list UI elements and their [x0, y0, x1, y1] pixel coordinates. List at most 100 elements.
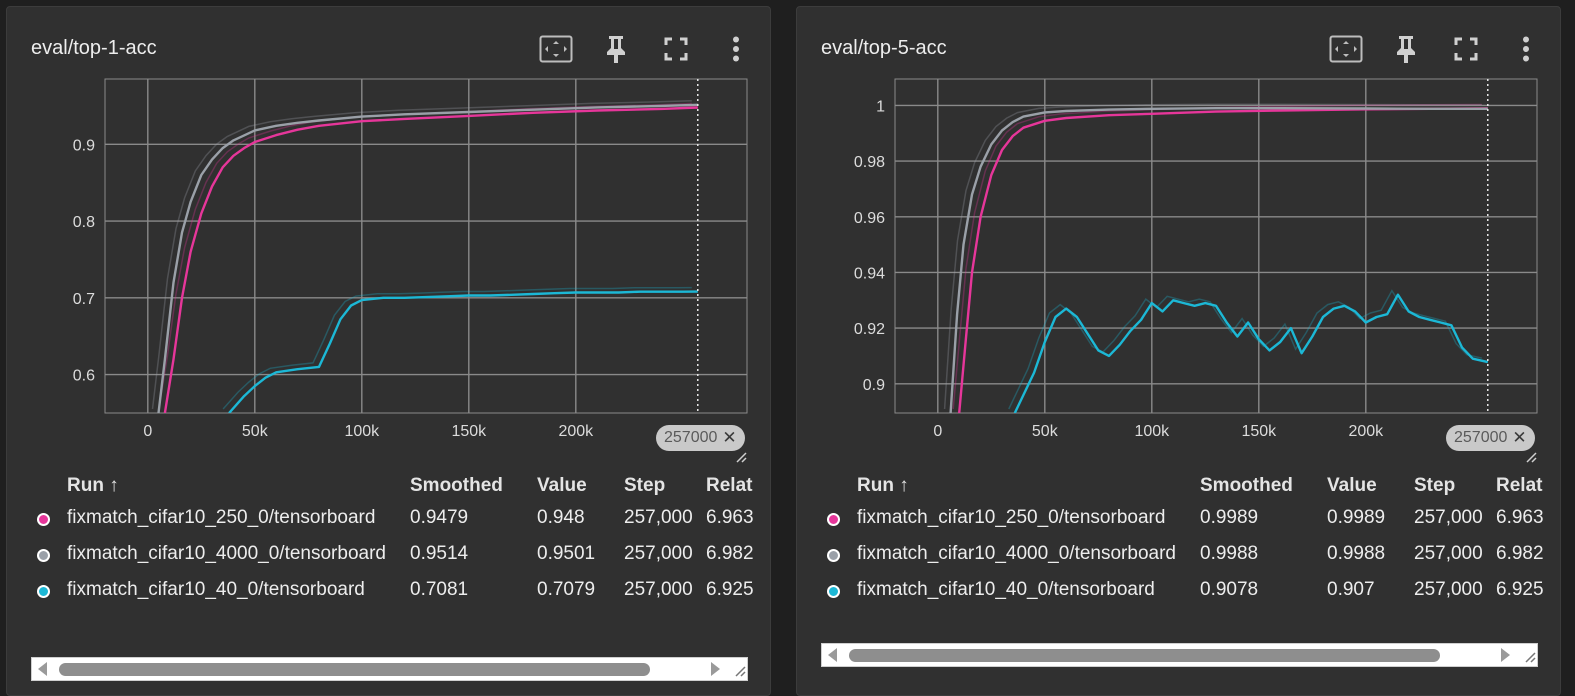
scroll-right-icon[interactable]	[1498, 647, 1512, 663]
series-raw-line	[952, 103, 1482, 410]
series-line	[228, 290, 698, 413]
x-tick-label: 0	[933, 423, 942, 440]
scroll-left-icon[interactable]	[826, 647, 840, 663]
smoothed-value: 0.9989	[1200, 507, 1259, 528]
column-header-step[interactable]: Step	[1414, 475, 1455, 497]
close-icon[interactable]: ✕	[722, 428, 736, 448]
series-raw-line	[943, 103, 1482, 410]
relative-value: 6.925	[706, 579, 754, 600]
resize-icon[interactable]	[1524, 651, 1536, 663]
y-tick-label: 0.96	[854, 210, 885, 227]
run-color-dot	[37, 549, 50, 562]
y-tick-label: 0.98	[854, 154, 885, 171]
plot-area-frame	[894, 78, 1538, 414]
series-line	[958, 107, 1488, 413]
raw-value: 0.9989	[1327, 507, 1386, 528]
y-tick-label: 1	[876, 98, 885, 115]
raw-value: 0.7079	[537, 579, 596, 600]
resize-icon[interactable]	[735, 451, 747, 463]
x-tick-label: 200k	[1348, 423, 1384, 440]
step-value: 257,000	[624, 507, 693, 528]
scroll-right-icon[interactable]	[708, 661, 722, 677]
column-header-value[interactable]: Value	[537, 475, 587, 497]
series-raw-line	[1008, 289, 1482, 410]
x-tick-label: 200k	[558, 423, 594, 440]
column-header-step[interactable]: Step	[624, 475, 665, 497]
table-row[interactable]: fixmatch_cifar10_40_0/tensorboard 0.7081…	[7, 573, 770, 609]
smoothed-value: 0.9479	[410, 507, 469, 528]
raw-value: 0.948	[537, 507, 585, 528]
table-row[interactable]: fixmatch_cifar10_4000_0/tensorboard 0.95…	[7, 537, 770, 573]
smoothed-value: 0.9988	[1200, 543, 1259, 564]
x-tick-label: 50k	[242, 423, 269, 440]
range-chip-label: 257000	[1454, 429, 1508, 446]
step-value: 257,000	[1414, 579, 1483, 600]
resize-icon[interactable]	[734, 665, 746, 677]
column-header-run[interactable]: Run ↑	[857, 475, 909, 497]
table-row[interactable]: fixmatch_cifar10_250_0/tensorboard 0.998…	[797, 501, 1560, 537]
chart-card-top1: eval/top-1-acc 0.6 0.7 0.8 0.9 0 50k 100k 150k 2…	[6, 6, 771, 696]
relative-value: 6.982	[706, 543, 754, 564]
smoothed-value: 0.9078	[1200, 579, 1259, 600]
scrollbar-thumb[interactable]	[59, 663, 650, 676]
line-chart[interactable]: 0.6 0.7 0.8 0.9 0 50k 100k 150k 200k	[7, 7, 771, 457]
column-header-smoothed[interactable]: Smoothed	[410, 475, 503, 497]
run-name: fixmatch_cifar10_250_0/tensorboard	[67, 507, 376, 528]
y-tick-label: 0.94	[854, 265, 885, 282]
run-name: fixmatch_cifar10_250_0/tensorboard	[857, 507, 1166, 528]
series-raw-line	[222, 286, 692, 410]
step-value: 257,000	[624, 543, 693, 564]
table-row[interactable]: fixmatch_cifar10_40_0/tensorboard 0.9078…	[797, 573, 1560, 609]
series-line	[949, 106, 1488, 413]
run-color-dot	[827, 585, 840, 598]
relative-value: 6.925	[1496, 579, 1544, 600]
column-header-smoothed[interactable]: Smoothed	[1200, 475, 1293, 497]
run-name: fixmatch_cifar10_4000_0/tensorboard	[857, 543, 1176, 564]
run-name: fixmatch_cifar10_4000_0/tensorboard	[67, 543, 386, 564]
relative-value: 6.982	[1496, 543, 1544, 564]
y-tick-label: 0.8	[73, 214, 95, 231]
column-header-relative[interactable]: Relat	[706, 475, 752, 497]
x-range-chip[interactable]: 257000 ✕	[656, 425, 745, 451]
x-range-chip[interactable]: 257000 ✕	[1446, 425, 1535, 451]
run-color-dot	[827, 549, 840, 562]
line-chart[interactable]: 0.9 0.92 0.94 0.96 0.98 1 0 50k 100k 150k 200k	[797, 7, 1561, 457]
series-raw-line	[158, 102, 692, 410]
run-color-dot	[37, 513, 50, 526]
y-tick-label: 0.6	[73, 368, 95, 385]
series-group	[943, 103, 1489, 413]
relative-value: 6.963	[1496, 507, 1544, 528]
step-value: 257,000	[1414, 507, 1483, 528]
column-header-value[interactable]: Value	[1327, 475, 1377, 497]
column-header-relative[interactable]: Relat	[1496, 475, 1542, 497]
scrollbar-thumb[interactable]	[849, 649, 1440, 662]
table-row[interactable]: fixmatch_cifar10_250_0/tensorboard 0.947…	[7, 501, 770, 537]
horizontal-scrollbar[interactable]	[821, 643, 1538, 667]
y-tick-label: 0.9	[73, 137, 95, 154]
series-group	[151, 100, 698, 413]
y-tick-label: 0.9	[863, 377, 885, 394]
step-value: 257,000	[624, 579, 693, 600]
x-tick-label: 150k	[1241, 423, 1277, 440]
resize-icon[interactable]	[1525, 451, 1537, 463]
range-chip-label: 257000	[664, 429, 718, 446]
smoothed-value: 0.9514	[410, 543, 469, 564]
plot-area-frame	[104, 78, 748, 414]
table-row[interactable]: fixmatch_cifar10_4000_0/tensorboard 0.99…	[797, 537, 1560, 573]
x-tick-label: 50k	[1032, 423, 1059, 440]
run-color-dot	[827, 513, 840, 526]
column-header-run[interactable]: Run ↑	[67, 475, 119, 497]
x-tick-label: 100k	[1134, 423, 1170, 440]
step-value: 257,000	[1414, 543, 1483, 564]
relative-value: 6.963	[706, 507, 754, 528]
run-color-dot	[37, 585, 50, 598]
series-line	[1013, 293, 1489, 413]
y-tick-label: 0.7	[73, 291, 95, 308]
horizontal-scrollbar[interactable]	[31, 657, 748, 681]
raw-value: 0.907	[1327, 579, 1375, 600]
close-icon[interactable]: ✕	[1512, 428, 1526, 448]
y-tick-label: 0.92	[854, 321, 885, 338]
run-name: fixmatch_cifar10_40_0/tensorboard	[857, 579, 1155, 600]
scroll-left-icon[interactable]	[36, 661, 50, 677]
x-tick-label: 100k	[344, 423, 380, 440]
